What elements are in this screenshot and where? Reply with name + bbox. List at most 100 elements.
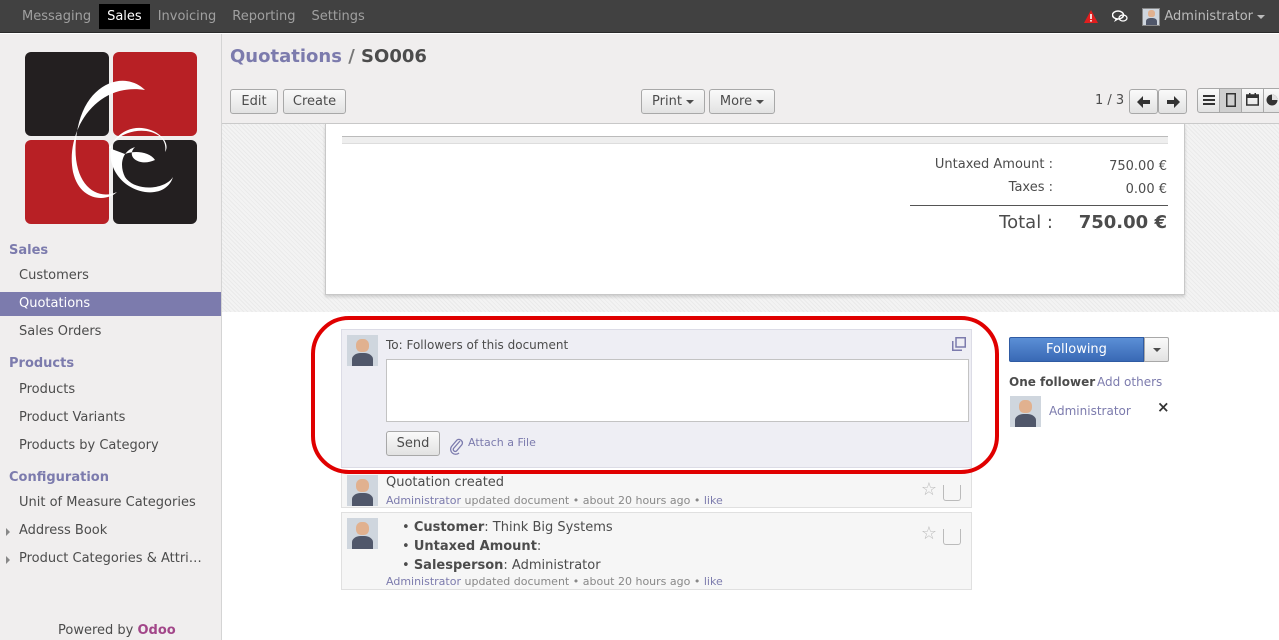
sidebar-item-customers[interactable]: Customers [0, 264, 221, 288]
top-right-tools: Administrator [1084, 0, 1265, 33]
tracking-field-value: : Think Big Systems [484, 520, 613, 535]
tracking-field-name: Customer [413, 520, 485, 535]
message-action: updated document [464, 494, 570, 507]
star-icon[interactable]: ☆ [921, 479, 937, 500]
message-item: Quotation created Administrator updated … [341, 472, 972, 508]
follower-avatar [1010, 396, 1041, 427]
upload-icon[interactable] [943, 485, 961, 501]
message-author-link[interactable]: Administrator [386, 575, 461, 588]
print-button[interactable]: Print [641, 89, 705, 114]
form-view-button[interactable] [1219, 88, 1242, 113]
list-view-button[interactable] [1197, 88, 1220, 113]
message-action: updated document [464, 575, 570, 588]
following-button[interactable]: Following [1009, 337, 1144, 362]
chevron-down-icon [1257, 14, 1265, 19]
total-divider [910, 205, 1168, 206]
message-body: Quotation created [386, 475, 505, 490]
chevron-down-icon [1153, 348, 1161, 352]
top-navbar: Messaging Sales Invoicing Reporting Sett… [0, 0, 1279, 33]
tracking-line-salesperson: • Salesperson: Administrator [402, 558, 601, 573]
like-link[interactable]: like [704, 494, 723, 507]
untaxed-amount-label: Untaxed Amount : [934, 157, 1053, 172]
section-products: Products [9, 356, 75, 371]
sidebar-item-products-by-category[interactable]: Products by Category [0, 434, 221, 458]
taxes-label: Taxes : [1008, 180, 1053, 195]
sidebar-item-sales-orders[interactable]: Sales Orders [0, 320, 221, 344]
add-others-link[interactable]: Add others [1097, 375, 1162, 389]
sidebar-item-address-book-row[interactable]: Address Book [0, 519, 221, 543]
sidebar-item-product-categories-row[interactable]: Product Categories & Attri… [0, 547, 221, 571]
like-link[interactable]: like [704, 575, 723, 588]
chevron-down-icon [685, 99, 694, 104]
message-author-link[interactable]: Administrator [386, 494, 461, 507]
more-label: More [719, 94, 753, 109]
tracking-field-value: : Administrator [503, 558, 601, 573]
section-sales: Sales [9, 243, 49, 258]
powered-by: Powered by Odoo [58, 623, 176, 638]
sidebar-item-product-variants[interactable]: Product Variants [0, 406, 221, 430]
powered-brand-link[interactable]: Odoo [138, 623, 176, 638]
breadcrumb-quotations-link[interactable]: Quotations [230, 46, 342, 67]
meta-dot: • [693, 575, 701, 588]
message-time: about 20 hours ago [582, 494, 691, 507]
pager-value: 1 / 3 [1095, 93, 1125, 108]
calendar-icon [1246, 93, 1259, 106]
pager-previous-button[interactable] [1129, 89, 1158, 114]
highlight-annotation-ring [311, 316, 999, 474]
order-lines-footer [342, 136, 1168, 144]
sidebar-item-product-categories[interactable]: Product Categories & Attri… [0, 547, 221, 571]
tracking-field-name: Salesperson [413, 558, 504, 573]
powered-prefix: Powered by [58, 623, 134, 638]
tracking-line-untaxed: • Untaxed Amount: [402, 539, 542, 554]
tracking-line-customer: • Customer: Think Big Systems [402, 520, 613, 535]
menu-settings[interactable]: Settings [304, 4, 373, 29]
star-icon[interactable]: ☆ [921, 523, 937, 544]
pager-next-button[interactable] [1158, 89, 1187, 114]
meta-dot: • [572, 575, 580, 588]
chat-icon[interactable] [1112, 10, 1129, 23]
create-button[interactable]: Create [283, 89, 346, 114]
breadcrumb-current: SO006 [361, 46, 427, 67]
message-author-avatar [347, 475, 378, 506]
pie-chart-icon [1266, 94, 1277, 106]
menu-invoicing[interactable]: Invoicing [150, 4, 225, 29]
breadcrumb-separator: / [348, 46, 355, 67]
sidebar-item-quotations[interactable]: Quotations [0, 292, 221, 316]
edit-button[interactable]: Edit [230, 89, 278, 114]
list-view-icon [1202, 95, 1215, 105]
menu-sales[interactable]: Sales [99, 4, 150, 29]
more-button[interactable]: More [709, 89, 775, 114]
calendar-view-button[interactable] [1241, 88, 1264, 113]
upload-icon[interactable] [943, 529, 961, 545]
arrow-right-icon [1166, 96, 1180, 108]
follower-name-link[interactable]: Administrator [1049, 404, 1131, 418]
remove-follower-icon[interactable]: × [1157, 398, 1170, 416]
untaxed-amount-value: 750.00 € [1109, 159, 1167, 174]
sidebar-item-address-book[interactable]: Address Book [0, 519, 221, 543]
company-logo[interactable] [25, 52, 197, 224]
graph-view-button[interactable] [1263, 88, 1279, 113]
message-item: • Customer: Think Big Systems • Untaxed … [341, 512, 972, 590]
message-meta: Administrator updated document • about 2… [386, 494, 723, 507]
chevron-down-icon [756, 99, 765, 104]
tracking-field-name: Untaxed Amount [413, 539, 537, 554]
menu-messaging[interactable]: Messaging [14, 4, 99, 29]
following-dropdown-toggle[interactable] [1144, 337, 1169, 362]
form-view-icon [1225, 93, 1236, 107]
breadcrumb: Quotations / SO006 [230, 46, 427, 67]
print-label: Print [652, 94, 682, 109]
form-sheet: Untaxed Amount : 750.00 € Taxes : 0.00 €… [325, 124, 1185, 295]
menu-reporting[interactable]: Reporting [224, 4, 303, 29]
tracking-values: • Customer: Think Big Systems • Untaxed … [402, 518, 613, 575]
warning-icon[interactable] [1084, 10, 1099, 23]
sidebar-item-products[interactable]: Products [0, 378, 221, 402]
total-value: 750.00 € [1078, 212, 1167, 233]
message-meta: Administrator updated document • about 2… [386, 575, 723, 588]
top-menu: Messaging Sales Invoicing Reporting Sett… [14, 4, 373, 29]
tracking-field-value: : [536, 539, 542, 554]
user-menu[interactable]: Administrator [1142, 7, 1265, 26]
sidebar-item-uom-categories[interactable]: Unit of Measure Categories [0, 491, 221, 515]
message-author-avatar [347, 518, 378, 549]
section-configuration: Configuration [9, 470, 109, 485]
user-avatar [1142, 7, 1161, 26]
